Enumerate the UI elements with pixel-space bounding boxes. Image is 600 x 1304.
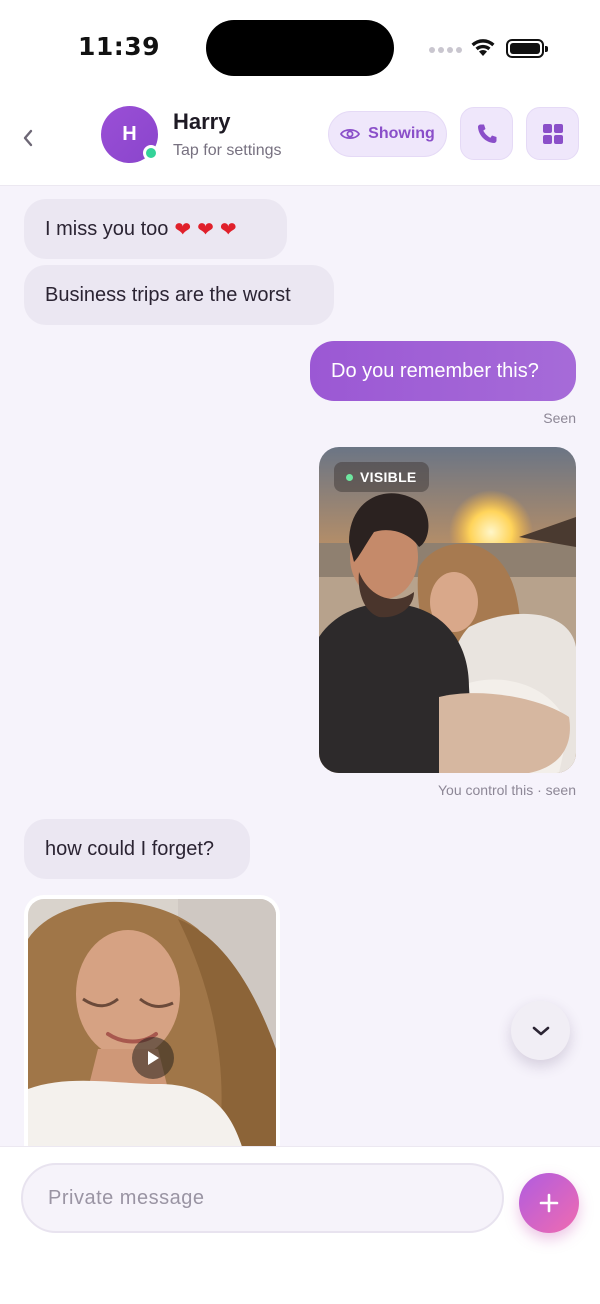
add-attachment-button[interactable] <box>519 1173 579 1233</box>
grid-icon <box>542 123 563 144</box>
apps-grid-button[interactable] <box>526 107 579 160</box>
play-button[interactable] <box>132 1037 174 1079</box>
call-button[interactable] <box>460 107 513 160</box>
message-text: I miss you too <box>45 218 169 240</box>
battery-icon <box>506 39 548 58</box>
play-icon <box>148 1051 159 1065</box>
status-bar: 11:39 <box>0 0 600 96</box>
online-status-dot <box>143 145 159 161</box>
message-status: Seen <box>543 410 576 426</box>
contact-name[interactable]: Harry <box>173 109 230 135</box>
incoming-message-bubble[interactable]: how could I forget? <box>24 819 250 879</box>
heart-emoji: ❤ <box>197 217 214 241</box>
incoming-video-message[interactable] <box>24 895 280 1146</box>
contact-settings-hint[interactable]: Tap for settings <box>173 142 282 160</box>
back-button[interactable] <box>14 124 42 152</box>
visibility-badge-label: VISIBLE <box>360 469 417 485</box>
status-time: 11:39 <box>78 32 161 61</box>
eye-icon <box>340 128 361 140</box>
chevron-left-icon <box>23 129 33 147</box>
photo-status-caption: You control this · seen <box>437 782 576 798</box>
dynamic-island <box>206 20 394 76</box>
message-text: Business trips are the worst <box>45 284 291 306</box>
heart-emoji: ❤ <box>219 217 237 241</box>
chat-header: H Harry Tap for settings Showing <box>0 96 600 186</box>
visibility-badge: VISIBLE <box>334 462 429 492</box>
outgoing-message-bubble[interactable]: Do you remember this? <box>310 341 576 401</box>
visible-status-dot <box>346 473 353 481</box>
sunset-couple-photo <box>319 447 576 773</box>
avatar[interactable]: H <box>101 106 159 163</box>
visibility-toggle-button[interactable]: Showing <box>328 111 447 157</box>
wifi-icon <box>471 39 495 56</box>
scroll-to-bottom-button[interactable] <box>511 1001 570 1060</box>
incoming-message-bubble[interactable]: Business trips are the worst <box>24 265 334 325</box>
cellular-signal-icon <box>429 47 462 53</box>
plus-icon <box>539 1193 559 1213</box>
message-text: Do you remember this? <box>331 360 539 382</box>
outgoing-photo-message[interactable]: VISIBLE <box>319 447 576 773</box>
message-input[interactable] <box>21 1163 504 1233</box>
incoming-message-bubble[interactable]: I miss you too ❤ ❤ ❤ <box>24 199 287 259</box>
avatar-initial: H <box>122 123 137 145</box>
heart-emoji: ❤ <box>174 217 192 241</box>
composer-bar <box>0 1146 600 1304</box>
chevron-down-icon <box>532 1026 549 1035</box>
phone-icon <box>477 124 496 143</box>
message-text: how could I forget? <box>45 838 214 860</box>
visibility-label: Showing <box>368 125 435 142</box>
selfie-video-thumbnail <box>28 899 276 1146</box>
